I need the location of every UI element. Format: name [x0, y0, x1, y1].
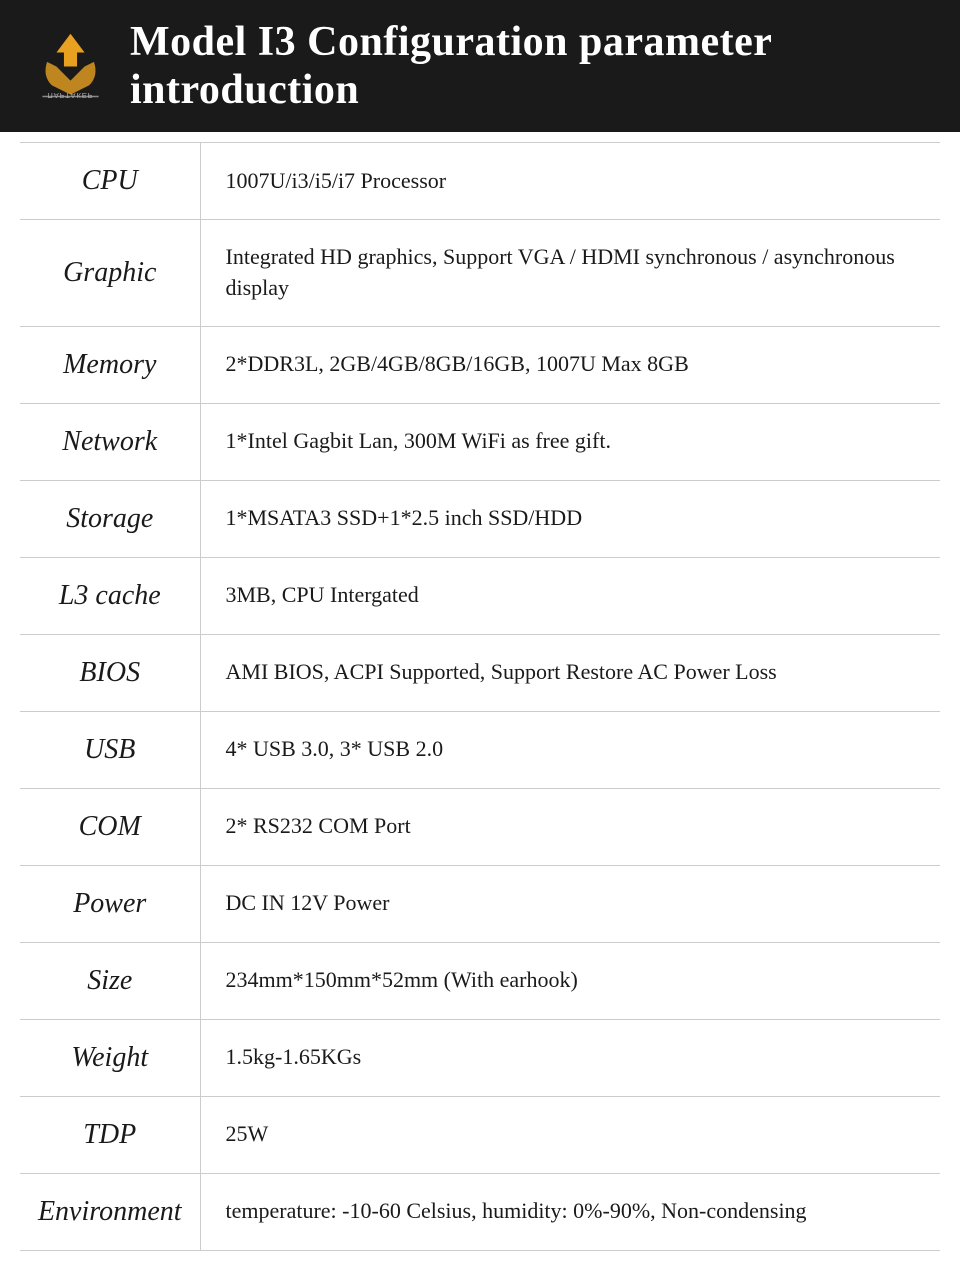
spec-value: 1*MSATA3 SSD+1*2.5 inch SSD/HDD	[200, 480, 940, 557]
spec-value: DC IN 12V Power	[200, 865, 940, 942]
spec-label: Size	[20, 942, 200, 1019]
spec-label: Power	[20, 865, 200, 942]
specs-table: CPU1007U/i3/i5/i7 ProcessorGraphicIntegr…	[20, 142, 940, 1251]
table-row: Weight1.5kg-1.65KGs	[20, 1019, 940, 1096]
spec-label: Network	[20, 403, 200, 480]
svg-text:ПАРТАКЕР: ПАРТАКЕР	[47, 90, 93, 99]
table-row: Storage1*MSATA3 SSD+1*2.5 inch SSD/HDD	[20, 480, 940, 557]
logo: ПАРТАКЕР	[30, 29, 110, 104]
spec-value: Integrated HD graphics, Support VGA / HD…	[200, 220, 940, 327]
spec-value: 3MB, CPU Intergated	[200, 557, 940, 634]
table-row: L3 cache3MB, CPU Intergated	[20, 557, 940, 634]
page-title: Model I3 Configuration parameter introdu…	[130, 18, 930, 114]
spec-value: AMI BIOS, ACPI Supported, Support Restor…	[200, 634, 940, 711]
table-row: Network1*Intel Gagbit Lan, 300M WiFi as …	[20, 403, 940, 480]
specs-table-container: CPU1007U/i3/i5/i7 ProcessorGraphicIntegr…	[0, 132, 960, 1261]
spec-label: Graphic	[20, 220, 200, 327]
table-row: CPU1007U/i3/i5/i7 Processor	[20, 143, 940, 220]
page-header: ПАРТАКЕР Model I3 Configuration paramete…	[0, 0, 960, 132]
table-row: GraphicIntegrated HD graphics, Support V…	[20, 220, 940, 327]
spec-value: 234mm*150mm*52mm (With earhook)	[200, 942, 940, 1019]
table-row: COM2* RS232 COM Port	[20, 788, 940, 865]
table-row: USB4* USB 3.0, 3* USB 2.0	[20, 711, 940, 788]
table-row: TDP25W	[20, 1096, 940, 1173]
spec-value: 1.5kg-1.65KGs	[200, 1019, 940, 1096]
spec-label: TDP	[20, 1096, 200, 1173]
spec-value: 1007U/i3/i5/i7 Processor	[200, 143, 940, 220]
spec-value: 2*DDR3L, 2GB/4GB/8GB/16GB, 1007U Max 8GB	[200, 326, 940, 403]
spec-label: COM	[20, 788, 200, 865]
spec-label: Environment	[20, 1173, 200, 1250]
spec-value: 1*Intel Gagbit Lan, 300M WiFi as free gi…	[200, 403, 940, 480]
spec-label: Weight	[20, 1019, 200, 1096]
table-row: Memory2*DDR3L, 2GB/4GB/8GB/16GB, 1007U M…	[20, 326, 940, 403]
spec-label: USB	[20, 711, 200, 788]
table-row: PowerDC IN 12V Power	[20, 865, 940, 942]
spec-value: 25W	[200, 1096, 940, 1173]
table-row: Size234mm*150mm*52mm (With earhook)	[20, 942, 940, 1019]
spec-value: 4* USB 3.0, 3* USB 2.0	[200, 711, 940, 788]
spec-label: Storage	[20, 480, 200, 557]
spec-value: temperature: -10-60 Celsius, humidity: 0…	[200, 1173, 940, 1250]
spec-label: L3 cache	[20, 557, 200, 634]
table-row: BIOSAMI BIOS, ACPI Supported, Support Re…	[20, 634, 940, 711]
spec-label: BIOS	[20, 634, 200, 711]
spec-label: Memory	[20, 326, 200, 403]
spec-value: 2* RS232 COM Port	[200, 788, 940, 865]
spec-label: CPU	[20, 143, 200, 220]
table-row: Environmenttemperature: -10-60 Celsius, …	[20, 1173, 940, 1250]
